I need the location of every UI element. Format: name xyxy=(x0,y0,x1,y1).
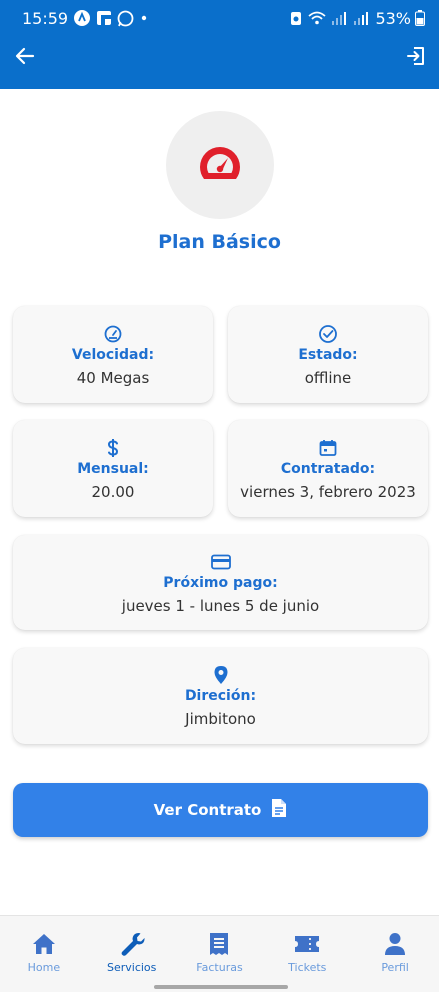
dollar-icon xyxy=(106,437,120,459)
home-icon xyxy=(32,931,56,957)
nav-label: Home xyxy=(27,961,61,974)
gauge-icon xyxy=(103,323,123,345)
card-label: Mensual: xyxy=(77,460,149,477)
card-label: Direción: xyxy=(184,688,257,704)
nav-item-home[interactable]: Home xyxy=(0,916,88,992)
nav-item-facturas[interactable]: Facturas xyxy=(176,916,264,992)
card-label: Contratado: xyxy=(280,460,376,477)
signal-icon-2 xyxy=(353,11,371,25)
card-value: 40 Megas xyxy=(76,368,150,387)
flipboard-notification-icon xyxy=(96,10,112,26)
card-label: Velocidad: xyxy=(71,346,155,363)
battery-percentage: 53% xyxy=(375,8,411,28)
signal-icon xyxy=(331,11,349,25)
speedometer-icon xyxy=(196,143,244,187)
nav-label: Tickets xyxy=(288,961,327,974)
nav-label: Servicios xyxy=(106,961,157,974)
nav-item-perfil[interactable]: Perfil xyxy=(351,916,439,992)
user-icon xyxy=(384,931,406,957)
nav-item-tickets[interactable]: Tickets xyxy=(263,916,351,992)
card-value: Jimbitono xyxy=(185,710,256,728)
check-circle-icon xyxy=(318,323,338,345)
screen: 15:59 53% Plan Básico Velocidad: 40 Mega… xyxy=(0,0,439,992)
wrench-icon xyxy=(119,931,145,957)
dot-icon xyxy=(139,13,149,23)
plan-title: Plan Básico xyxy=(158,231,281,253)
location-pin-icon xyxy=(213,664,229,686)
card-contratado: Contratado: viernes 3, febrero 2023 xyxy=(228,420,428,517)
card-value: 20.00 xyxy=(91,482,135,501)
card-value: offline xyxy=(304,368,352,387)
plan-avatar xyxy=(166,111,274,219)
card-estado: Estado: offline xyxy=(228,306,428,403)
battery-icon xyxy=(415,10,425,26)
button-label: Ver Contrato xyxy=(153,801,262,819)
nav-label: Facturas xyxy=(196,961,243,974)
bottom-nav: Home Servicios Facturas Tickets Perfil xyxy=(0,915,439,992)
nav-label: Perfil xyxy=(381,961,409,974)
credit-card-icon xyxy=(210,551,232,573)
back-arrow-icon[interactable] xyxy=(14,45,36,71)
ticket-icon xyxy=(294,931,320,957)
status-bar: 15:59 53% xyxy=(0,0,439,36)
home-indicator xyxy=(154,985,288,989)
whatsapp-icon xyxy=(117,10,134,27)
card-label: Próximo pago: xyxy=(163,574,278,591)
card-value: viernes 3, febrero 2023 xyxy=(240,482,416,501)
card-direccion: Direción: Jimbitono xyxy=(13,648,428,744)
card-proximo-pago: Próximo pago: jueves 1 - lunes 5 de juni… xyxy=(13,535,428,630)
calendar-icon xyxy=(318,437,338,459)
document-icon xyxy=(271,798,287,822)
app-bar xyxy=(0,40,439,76)
battery-saver-icon xyxy=(289,10,303,26)
status-time: 15:59 xyxy=(22,8,69,28)
wifi-icon xyxy=(307,10,327,26)
app-notification-icon xyxy=(73,9,91,27)
nav-item-servicios[interactable]: Servicios xyxy=(88,916,176,992)
card-velocidad: Velocidad: 40 Megas xyxy=(13,306,213,403)
header: 15:59 53% xyxy=(0,0,439,89)
logout-icon[interactable] xyxy=(405,45,427,71)
ver-contrato-button[interactable]: Ver Contrato xyxy=(13,783,428,837)
card-value: jueves 1 - lunes 5 de junio xyxy=(121,596,320,615)
card-mensual: Mensual: 20.00 xyxy=(13,420,213,517)
receipt-icon xyxy=(208,931,230,957)
card-label: Estado: xyxy=(298,346,358,363)
